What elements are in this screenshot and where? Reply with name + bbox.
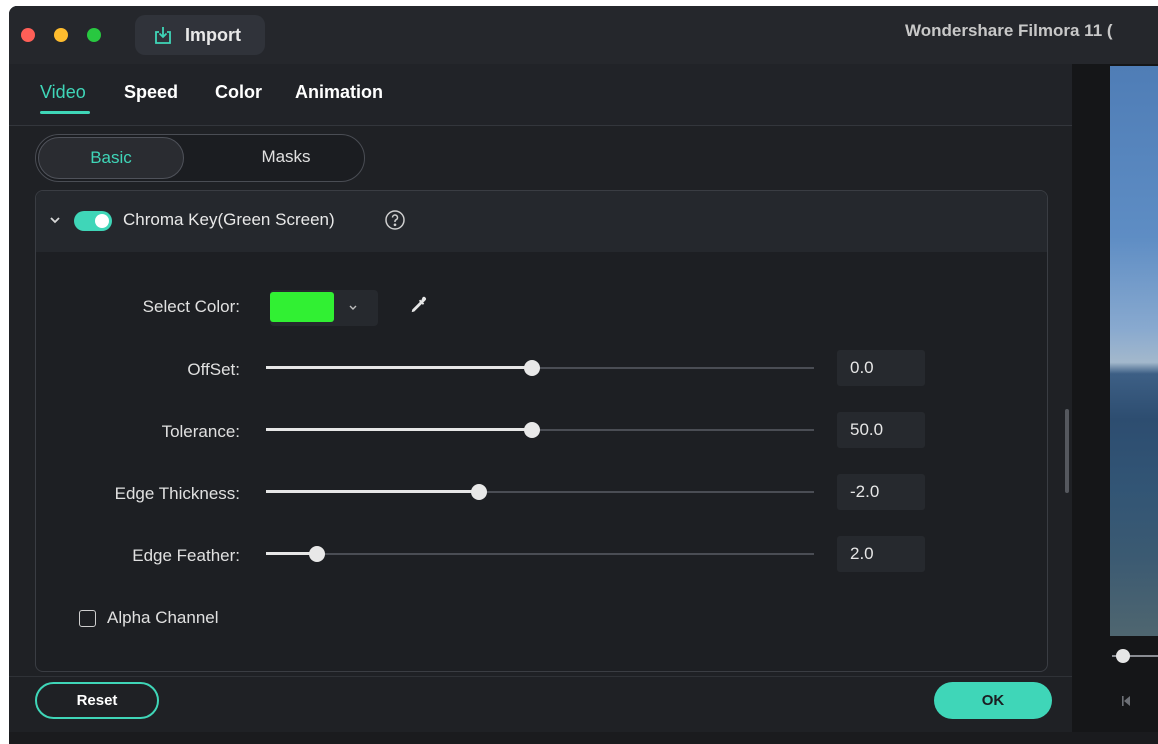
import-label: Import [185, 24, 241, 45]
filmora-window: Import Wondershare Filmora 11 ( Video Sp… [9, 6, 1158, 744]
slider-fill [266, 428, 532, 431]
tolerance-value-input[interactable]: 50.0 [837, 412, 925, 448]
previous-frame-icon[interactable] [1120, 694, 1134, 708]
tab-video[interactable]: Video [40, 82, 86, 103]
bottom-toolbar [9, 732, 1158, 744]
offset-label: OffSet: [187, 360, 240, 379]
close-window-button[interactable] [21, 28, 35, 42]
toggle-knob [95, 214, 109, 228]
edge-feather-label: Edge Feather: [132, 546, 240, 565]
slider-track [266, 553, 814, 555]
chevron-down-icon[interactable] [346, 300, 360, 314]
property-tabs: Video Speed Color Animation [9, 64, 1072, 126]
subtab-switch: Basic Masks [35, 134, 365, 182]
playback-scrubber[interactable] [1116, 649, 1130, 663]
minimize-window-button[interactable] [54, 28, 68, 42]
slider-fill [266, 490, 479, 493]
slider-fill [266, 366, 532, 369]
slider-thumb[interactable] [471, 484, 487, 500]
chroma-key-header[interactable]: Chroma Key(Green Screen) [36, 191, 1047, 252]
chroma-key-toggle[interactable] [74, 211, 112, 231]
edge-feather-slider[interactable] [266, 544, 814, 564]
offset-slider[interactable] [266, 358, 814, 378]
preview-panel [1072, 64, 1158, 744]
panel-footer: Reset OK [9, 676, 1072, 732]
video-settings-panel: Video Speed Color Animation Basic Masks … [9, 64, 1072, 744]
active-tab-indicator [40, 111, 90, 114]
tab-speed[interactable]: Speed [124, 82, 178, 103]
chevron-down-icon[interactable] [48, 213, 62, 227]
slider-thumb[interactable] [524, 360, 540, 376]
ok-button[interactable]: OK [934, 682, 1052, 719]
edge-feather-value-input[interactable]: 2.0 [837, 536, 925, 572]
select-color-label: Select Color: [142, 297, 240, 316]
edge-thickness-label: Edge Thickness: [114, 484, 240, 503]
chroma-key-title: Chroma Key(Green Screen) [123, 210, 335, 229]
import-icon [155, 27, 171, 44]
alpha-channel-label: Alpha Channel [107, 608, 219, 627]
tolerance-label: Tolerance: [161, 422, 240, 441]
selected-color-swatch[interactable] [270, 292, 334, 322]
slider-thumb[interactable] [524, 422, 540, 438]
eyedropper-icon[interactable] [406, 294, 430, 318]
color-select-dropdown[interactable] [270, 290, 378, 326]
offset-value-input[interactable]: 0.0 [837, 350, 925, 386]
tab-color[interactable]: Color [215, 82, 262, 103]
edge-thickness-slider[interactable] [266, 482, 814, 502]
subtab-basic[interactable]: Basic [38, 137, 184, 179]
title-bar: Import Wondershare Filmora 11 ( [9, 6, 1158, 64]
chroma-key-section: Chroma Key(Green Screen) Select Color: O… [35, 190, 1048, 672]
panel-scrollbar[interactable] [1065, 409, 1069, 493]
tolerance-slider[interactable] [266, 420, 814, 440]
app-title: Wondershare Filmora 11 ( [905, 21, 1113, 40]
tab-animation[interactable]: Animation [295, 82, 383, 103]
edge-thickness-value-input[interactable]: -2.0 [837, 474, 925, 510]
reset-button[interactable]: Reset [35, 682, 159, 719]
subtab-masks[interactable]: Masks [216, 147, 356, 167]
help-icon[interactable] [383, 208, 407, 232]
import-button[interactable]: Import [135, 15, 265, 55]
slider-thumb[interactable] [309, 546, 325, 562]
maximize-window-button[interactable] [87, 28, 101, 42]
alpha-channel-checkbox[interactable] [79, 610, 96, 627]
preview-video-frame [1110, 66, 1158, 636]
